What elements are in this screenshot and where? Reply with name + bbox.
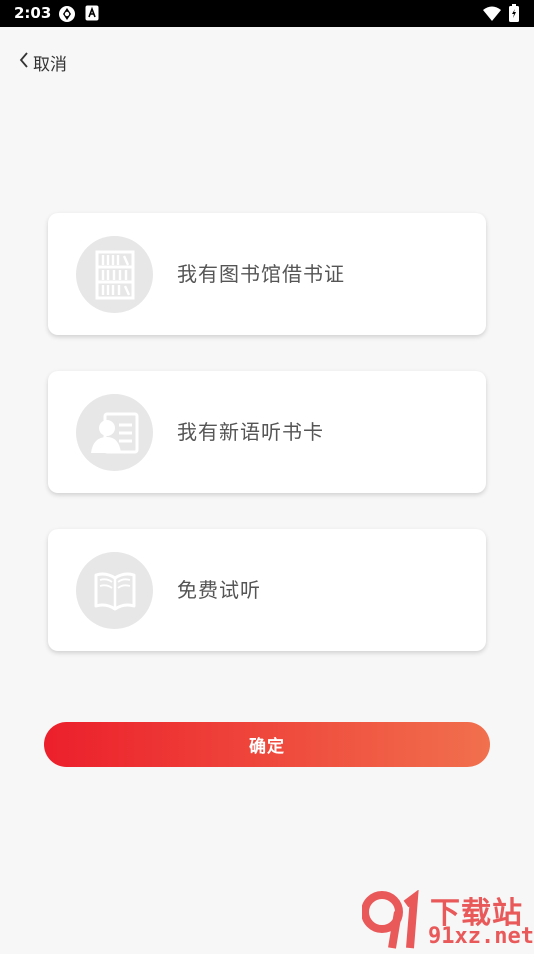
watermark: 下载站 91xz.net — [361, 888, 534, 950]
watermark-bottom-text: 91xz.net — [428, 924, 534, 949]
option-listening-card[interactable]: 我有新语听书卡 — [48, 371, 486, 493]
status-bar: 2:03 — [0, 0, 534, 27]
option-label: 我有图书馆借书证 — [177, 262, 345, 286]
nav-bar: 取消 — [0, 27, 534, 97]
app-notification-icon — [58, 5, 76, 27]
option-label: 免费试听 — [177, 578, 261, 602]
status-time: 2:03 — [14, 4, 52, 22]
cancel-label: 取消 — [33, 54, 67, 75]
option-label: 我有新语听书卡 — [177, 420, 324, 444]
option-library-card[interactable]: 我有图书馆借书证 — [48, 213, 486, 335]
cancel-button[interactable]: 取消 — [18, 49, 67, 75]
bookshelf-icon — [76, 236, 153, 313]
wifi-icon — [483, 6, 501, 25]
open-book-icon — [76, 552, 153, 629]
option-free-trial-card[interactable]: 免费试听 — [48, 529, 486, 651]
chevron-left-icon — [18, 51, 30, 74]
battery-icon — [509, 4, 519, 26]
a-notification-icon — [85, 5, 99, 25]
watermark-logo-icon — [361, 889, 424, 954]
id-card-icon — [76, 394, 153, 471]
confirm-button[interactable]: 确定 — [44, 722, 490, 767]
